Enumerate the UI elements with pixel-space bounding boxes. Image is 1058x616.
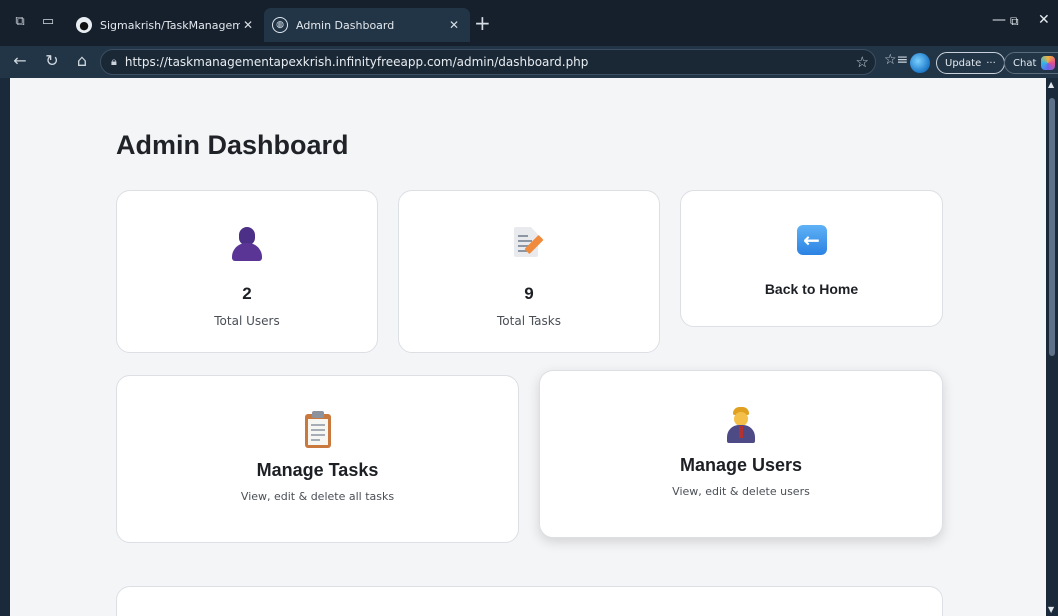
refresh-icon[interactable]: ↻ [42,51,62,70]
manage-tasks-card[interactable]: Manage Tasks View, edit & delete all tas… [116,375,519,543]
total-tasks-value: 9 [524,284,534,303]
user-silhouette-icon [232,227,262,263]
browser-essentials-icon[interactable] [910,53,930,73]
tab-github[interactable]: ● Sigmakrish/TaskManagementSyste ✕ [68,8,264,42]
left-arrow-icon: ← [796,225,827,255]
workspaces-icon[interactable]: ⧉ [12,14,28,30]
clipboard-icon [304,411,331,450]
document-pencil-icon [514,227,544,261]
more-icon: ··· [986,57,996,69]
scroll-up-icon[interactable]: ▲ [1048,80,1054,89]
window-close-icon[interactable]: ✕ [1038,12,1050,28]
office-worker-icon [727,407,755,443]
total-users-label: Total Users [214,314,280,328]
lock-icon: 🔒︎ [111,55,117,68]
back-to-home-label: Back to Home [764,281,859,297]
update-label: Update [945,57,982,69]
favorite-star-icon[interactable]: ☆ [856,53,869,71]
total-users-card: 2 Total Users [116,190,378,353]
copilot-icon [1041,56,1056,70]
page-title: Admin Dashboard [116,130,349,160]
tab-title: Admin Dashboard [296,18,395,32]
manage-users-subtitle: View, edit & delete users [672,485,810,498]
chat-label: Chat [1013,57,1037,69]
close-icon[interactable]: ✕ [446,18,462,32]
total-tasks-label: Total Tasks [497,314,561,328]
scrollbar-thumb[interactable] [1049,98,1055,356]
total-tasks-card: 9 Total Tasks [398,190,660,353]
home-icon[interactable]: ⌂ [72,51,92,70]
restore-icon[interactable]: ⧉ [1010,14,1019,29]
browser-toolbar: ← ↻ ⌂ 🔒︎ https://taskmanagementapexkrish… [0,46,1058,78]
browser-tab-strip: ⧉ ▭ ● Sigmakrish/TaskManagementSyste ✕ ◍… [0,0,1058,46]
tab-actions-icon[interactable]: ▭ [40,14,56,30]
close-icon[interactable]: ✕ [240,18,256,32]
back-icon[interactable]: ← [10,51,30,70]
minimize-icon[interactable]: — [992,12,1006,28]
url-text: https://taskmanagementapexkrish.infinity… [124,55,589,69]
new-tab-button[interactable]: + [474,11,491,35]
manage-users-card[interactable]: Manage Users View, edit & delete users [539,370,943,538]
page-content: Admin Dashboard 2 Total Users 9 Total Ta… [10,78,1046,616]
tab-admin-dashboard[interactable]: ◍ Admin Dashboard ✕ [264,8,470,42]
scroll-down-icon[interactable]: ▼ [1048,605,1054,614]
total-users-value: 2 [242,284,252,303]
github-icon: ● [76,17,92,33]
tab-title: Sigmakrish/TaskManagementSyste [100,18,240,32]
task-status-overview-card [116,586,943,616]
back-to-home-card[interactable]: ← Back to Home [680,190,943,327]
manage-users-title: Manage Users [679,455,803,475]
address-bar[interactable]: 🔒︎ https://taskmanagementapexkrish.infin… [100,49,876,75]
page-scrollbar[interactable]: ▲ ▼ [1046,78,1058,616]
globe-icon: ◍ [272,17,288,33]
manage-tasks-title: Manage Tasks [256,460,379,480]
favorites-icon[interactable]: ☆≡ [884,52,908,68]
copilot-chat-button[interactable]: Chat [1004,52,1058,74]
manage-tasks-subtitle: View, edit & delete all tasks [240,490,395,503]
update-button[interactable]: Update ··· [936,52,1005,74]
